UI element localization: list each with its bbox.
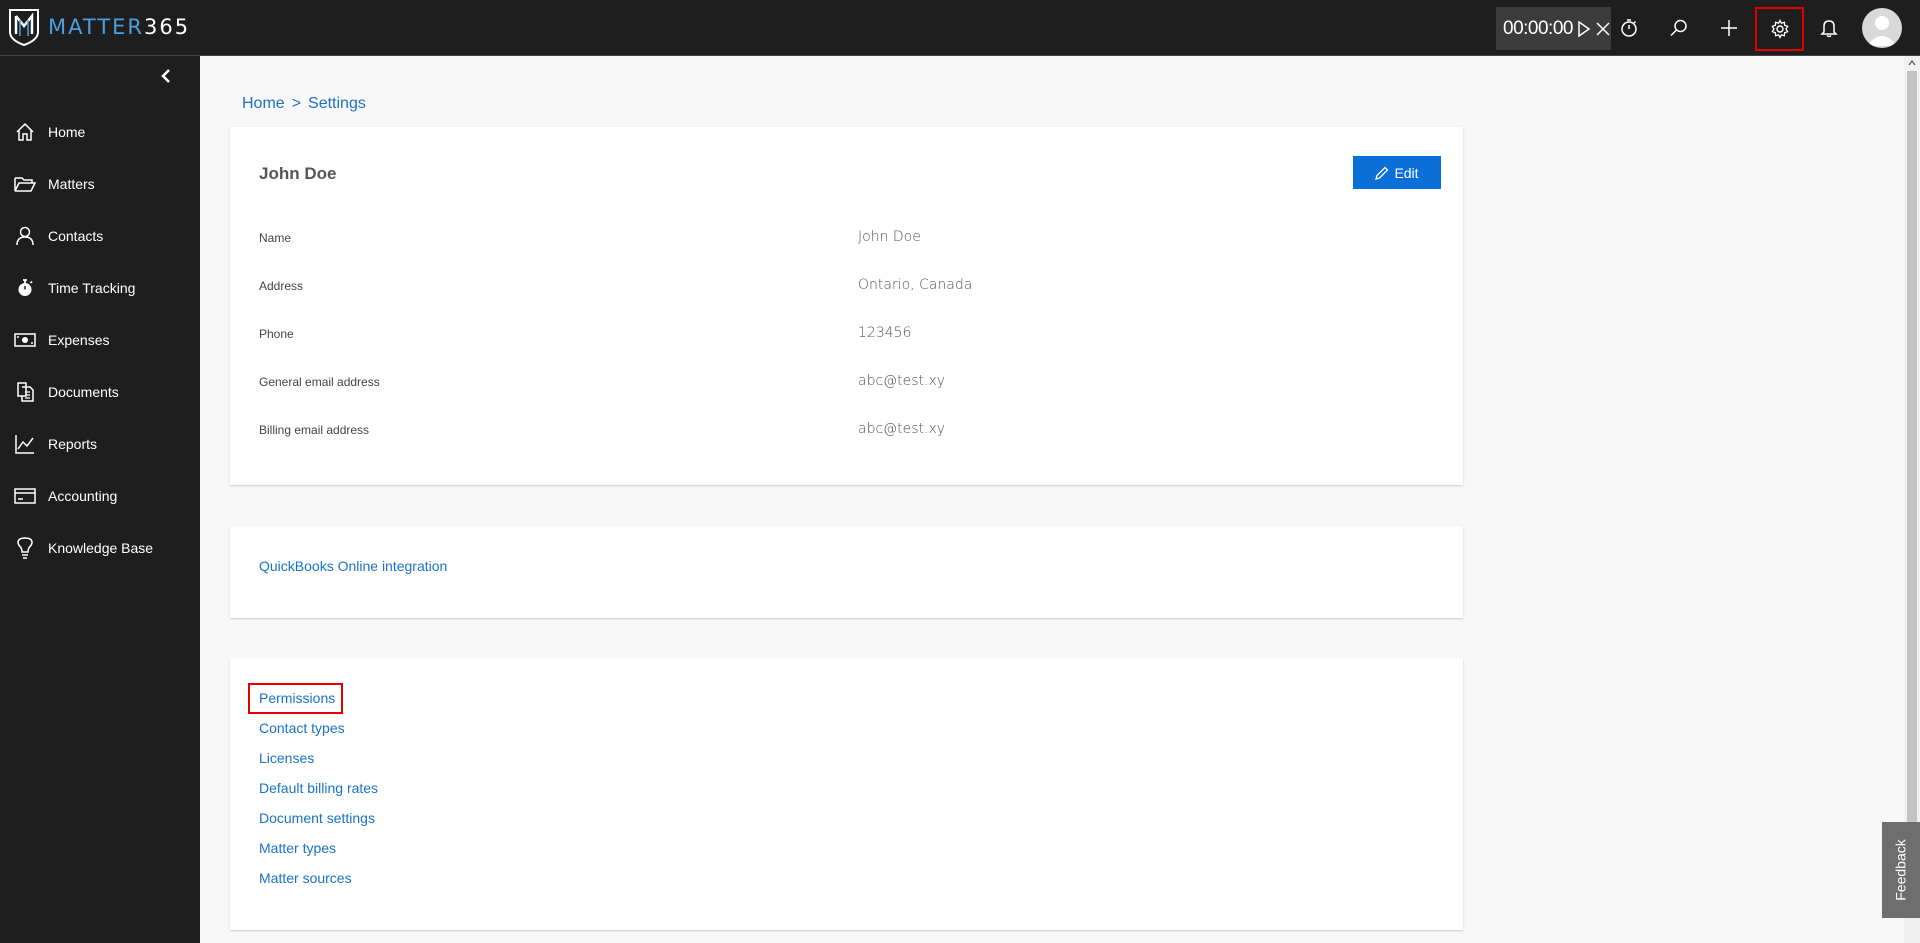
- stopwatch-icon: [14, 277, 36, 299]
- timer-widget: 00:00:00: [1496, 7, 1611, 50]
- licenses-link[interactable]: Licenses: [259, 750, 314, 766]
- app-logo[interactable]: MATTER365: [8, 6, 190, 48]
- feedback-label: Feedback: [1893, 839, 1910, 901]
- documents-icon: [14, 381, 36, 403]
- top-bar: MATTER365 00:00:00: [0, 0, 1920, 56]
- field-value-name: John Doe: [858, 229, 921, 245]
- avatar[interactable]: [1862, 8, 1902, 48]
- pencil-icon: [1375, 166, 1389, 180]
- sidebar-item-home[interactable]: Home: [0, 106, 200, 158]
- gear-icon[interactable]: [1755, 7, 1804, 51]
- sidebar-item-label: Documents: [48, 384, 119, 400]
- edit-button[interactable]: Edit: [1353, 156, 1441, 189]
- field-label-billing-email: Billing email address: [259, 423, 370, 437]
- person-icon: [14, 225, 36, 247]
- profile-name-heading: John Doe: [259, 164, 337, 183]
- lightbulb-icon: [14, 537, 36, 559]
- feedback-button[interactable]: Feedback: [1882, 822, 1920, 918]
- plus-icon[interactable]: [1709, 10, 1749, 46]
- vertical-scrollbar[interactable]: [1904, 56, 1920, 943]
- folder-open-icon: [14, 173, 36, 195]
- sidebar-item-label: Accounting: [48, 488, 118, 504]
- sidebar-nav: Home Matters Contacts Time Tracking Expe…: [0, 106, 200, 574]
- sidebar-item-reports[interactable]: Reports: [0, 418, 200, 470]
- sidebar-item-knowledge-base[interactable]: Knowledge Base: [0, 522, 200, 574]
- collapse-sidebar-icon[interactable]: [158, 66, 174, 86]
- logo-text: MATTER365: [48, 15, 191, 39]
- sidebar-item-accounting[interactable]: Accounting: [0, 470, 200, 522]
- breadcrumb-separator: >: [291, 95, 302, 112]
- field-value-billing-email: abc@test.xy: [858, 421, 946, 437]
- profile-card: John Doe Edit Name John Doe Address Onta…: [230, 127, 1463, 485]
- field-label-general-email: General email address: [259, 375, 380, 389]
- field-label-name: Name: [259, 231, 292, 245]
- sidebar-item-documents[interactable]: Documents: [0, 366, 200, 418]
- sidebar-item-label: Matters: [48, 176, 95, 192]
- play-icon[interactable]: [1577, 20, 1591, 37]
- contact-types-link[interactable]: Contact types: [259, 720, 345, 736]
- sidebar-item-expenses[interactable]: Expenses: [0, 314, 200, 366]
- sidebar-item-label: Time Tracking: [48, 280, 136, 296]
- sidebar: Home Matters Contacts Time Tracking Expe…: [0, 56, 200, 943]
- edit-button-label: Edit: [1394, 164, 1419, 181]
- breadcrumb-current[interactable]: Settings: [308, 95, 366, 112]
- field-value-address: Ontario, Canada: [858, 277, 973, 293]
- field-label-address: Address: [259, 279, 304, 293]
- sidebar-item-matters[interactable]: Matters: [0, 158, 200, 210]
- field-value-phone: 123456: [858, 325, 912, 341]
- sidebar-item-label: Home: [48, 124, 86, 140]
- quickbooks-integration-link[interactable]: QuickBooks Online integration: [259, 558, 447, 574]
- breadcrumb: Home > Settings: [242, 95, 366, 113]
- scrollbar-thumb[interactable]: [1907, 71, 1917, 828]
- document-settings-link[interactable]: Document settings: [259, 810, 375, 826]
- sidebar-item-time-tracking[interactable]: Time Tracking: [0, 262, 200, 314]
- sidebar-item-label: Expenses: [48, 332, 110, 348]
- matter-sources-link[interactable]: Matter sources: [259, 870, 352, 886]
- bell-icon[interactable]: [1809, 10, 1849, 46]
- sidebar-item-contacts[interactable]: Contacts: [0, 210, 200, 262]
- breadcrumb-home-link[interactable]: Home: [242, 95, 285, 112]
- chart-icon: [14, 433, 36, 455]
- scroll-up-icon[interactable]: [1904, 56, 1920, 70]
- stopwatch-icon[interactable]: [1609, 10, 1649, 46]
- card-icon: [14, 485, 36, 507]
- matter-types-link[interactable]: Matter types: [259, 840, 336, 856]
- logo-shield-icon: [9, 9, 39, 46]
- permissions-link[interactable]: Permissions: [259, 690, 335, 706]
- home-icon: [14, 121, 36, 143]
- money-icon: [14, 329, 36, 351]
- sidebar-item-label: Contacts: [48, 228, 104, 244]
- default-billing-rates-link[interactable]: Default billing rates: [259, 780, 378, 796]
- search-icon[interactable]: [1659, 10, 1699, 46]
- field-label-phone: Phone: [259, 327, 294, 341]
- sidebar-item-label: Knowledge Base: [48, 540, 154, 556]
- integrations-card: QuickBooks Online integration: [230, 526, 1463, 618]
- field-value-general-email: abc@test.xy: [858, 373, 946, 389]
- settings-links-card: Permissions Contact types Licenses Defau…: [230, 658, 1463, 930]
- timer-value: 00:00:00: [1503, 17, 1573, 39]
- sidebar-item-label: Reports: [48, 436, 98, 452]
